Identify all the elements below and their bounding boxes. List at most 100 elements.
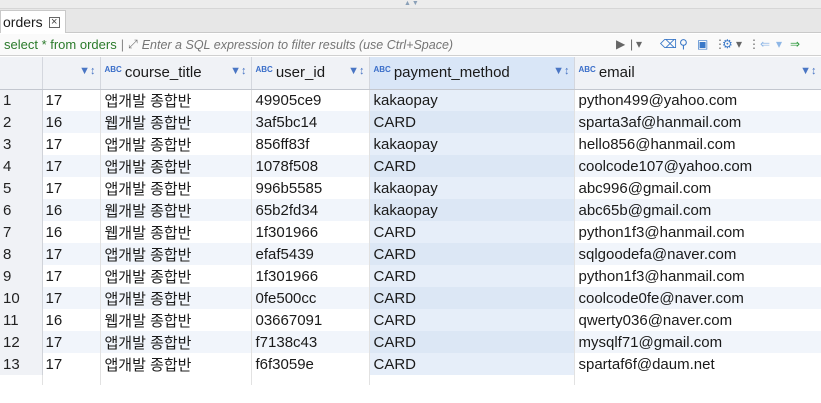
- table-cell[interactable]: [369, 375, 575, 385]
- cell-payment-method[interactable]: CARD: [369, 111, 575, 133]
- row-number[interactable]: 3: [0, 133, 43, 155]
- row-number[interactable]: 10: [0, 287, 43, 309]
- cell-num[interactable]: 17: [42, 177, 101, 199]
- table-cell[interactable]: [42, 375, 101, 385]
- cell-user-id[interactable]: f7138c43: [251, 331, 370, 353]
- cell-course-title[interactable]: 앱개발 종합반: [100, 287, 252, 309]
- cell-payment-method[interactable]: kakaopay: [369, 133, 575, 155]
- chevron-down-icon[interactable]: ▾: [636, 37, 642, 51]
- cell-user-id[interactable]: 1f301966: [251, 221, 370, 243]
- table-row[interactable]: 12 17 앱개발 종합반 f7138c43 CARD mysqlf71@gmail.co…: [0, 331, 821, 353]
- row-number-header[interactable]: [0, 57, 43, 90]
- cell-num[interactable]: 16: [42, 199, 101, 221]
- cell-num[interactable]: 17: [42, 243, 101, 265]
- row-number[interactable]: 11: [0, 309, 43, 331]
- cell-email[interactable]: spartaf6f@daum.net: [574, 353, 821, 375]
- cell-course-title[interactable]: 앱개발 종합반: [100, 133, 252, 155]
- cell-payment-method[interactable]: kakaopay: [369, 199, 575, 221]
- table-row[interactable]: 2 16 웹개발 종합반 3af5bc14 CARD sparta3af@hanmail.…: [0, 111, 821, 133]
- cell-course-title[interactable]: 앱개발 종합반: [100, 155, 252, 177]
- chevron-down-icon[interactable]: ▾: [776, 37, 782, 51]
- cell-num[interactable]: 16: [42, 309, 101, 331]
- cell-email[interactable]: hello856@hanmail.com: [574, 133, 821, 155]
- table-row[interactable]: [0, 375, 821, 385]
- row-number[interactable]: 7: [0, 221, 43, 243]
- cell-course-title[interactable]: 웹개발 종합반: [100, 199, 252, 221]
- cell-email[interactable]: sparta3af@hanmail.com: [574, 111, 821, 133]
- cell-user-id[interactable]: 996b5585: [251, 177, 370, 199]
- cell-user-id[interactable]: efaf5439: [251, 243, 370, 265]
- column-header-email[interactable]: ABC email ▼↕: [574, 57, 821, 90]
- cell-payment-method[interactable]: CARD: [369, 243, 575, 265]
- forward-arrow-icon[interactable]: ⇒: [790, 37, 800, 51]
- cell-email[interactable]: abc65b@gmail.com: [574, 199, 821, 221]
- row-number[interactable]: 5: [0, 177, 43, 199]
- sort-filter-icon[interactable]: ▼↕: [800, 65, 816, 77]
- sort-filter-icon[interactable]: ▼↕: [553, 65, 569, 77]
- cell-course-title[interactable]: 앱개발 종합반: [100, 89, 252, 111]
- cell-payment-method[interactable]: CARD: [369, 155, 575, 177]
- cell-payment-method[interactable]: CARD: [369, 353, 575, 375]
- cell-user-id[interactable]: 1f301966: [251, 265, 370, 287]
- cell-payment-method[interactable]: CARD: [369, 287, 575, 309]
- column-header-num[interactable]: ▼↕: [42, 57, 101, 90]
- cell-course-title[interactable]: 앱개발 종합반: [100, 353, 252, 375]
- cell-course-title[interactable]: 웹개발 종합반: [100, 111, 252, 133]
- play-icon[interactable]: ▶: [616, 37, 625, 51]
- cell-num[interactable]: 17: [42, 265, 101, 287]
- filter-settings-icon[interactable]: ⚲: [679, 37, 688, 51]
- cell-payment-method[interactable]: CARD: [369, 221, 575, 243]
- cell-num[interactable]: 16: [42, 111, 101, 133]
- cell-user-id[interactable]: 1078f508: [251, 155, 370, 177]
- column-header-course-title[interactable]: ABC course_title ▼↕: [100, 57, 252, 90]
- cell-num[interactable]: 17: [42, 155, 101, 177]
- filter-expression-input[interactable]: [141, 37, 622, 52]
- cell-user-id[interactable]: 49905ce9: [251, 89, 370, 111]
- row-number[interactable]: [0, 375, 43, 385]
- sash-grip-icon[interactable]: ▲▼: [404, 0, 420, 8]
- cell-num[interactable]: 16: [42, 221, 101, 243]
- cell-num[interactable]: 17: [42, 287, 101, 309]
- row-number[interactable]: 4: [0, 155, 43, 177]
- cell-num[interactable]: 17: [42, 133, 101, 155]
- cell-email[interactable]: coolcode107@yahoo.com: [574, 155, 821, 177]
- cell-user-id[interactable]: 0fe500cc: [251, 287, 370, 309]
- sort-filter-icon[interactable]: ▼↕: [79, 65, 95, 77]
- cell-payment-method[interactable]: kakaopay: [369, 89, 575, 111]
- cell-course-title[interactable]: 웹개발 종합반: [100, 309, 252, 331]
- row-number[interactable]: 2: [0, 111, 43, 133]
- cell-email[interactable]: python499@yahoo.com: [574, 89, 821, 111]
- table-row[interactable]: 10 17 앱개발 종합반 0fe500cc CARD coolcode0fe@naver…: [0, 287, 821, 309]
- table-row[interactable]: 6 16 웹개발 종합반 65b2fd34 kakaopay abc65b@gmail.c…: [0, 199, 821, 221]
- cell-num[interactable]: 17: [42, 89, 101, 111]
- cell-payment-method[interactable]: CARD: [369, 265, 575, 287]
- cell-payment-method[interactable]: CARD: [369, 331, 575, 353]
- gear-icon[interactable]: ⚙: [722, 37, 733, 51]
- table-row[interactable]: 7 16 웹개발 종합반 1f301966 CARD python1f3@hanmail.…: [0, 221, 821, 243]
- row-number[interactable]: 1: [0, 89, 43, 111]
- cell-email[interactable]: coolcode0fe@naver.com: [574, 287, 821, 309]
- column-header-payment-method[interactable]: ABC payment_method ▼↕: [369, 57, 575, 90]
- table-row[interactable]: 3 17 앱개발 종합반 856ff83f kakaopay hello856@hanma…: [0, 133, 821, 155]
- table-cell[interactable]: [251, 375, 370, 385]
- cell-user-id[interactable]: 65b2fd34: [251, 199, 370, 221]
- sql-query-text[interactable]: select * from orders: [0, 37, 117, 52]
- cell-course-title[interactable]: 웹개발 종합반: [100, 221, 252, 243]
- cell-user-id[interactable]: f6f3059e: [251, 353, 370, 375]
- table-row[interactable]: 9 17 앱개발 종합반 1f301966 CARD python1f3@hanmail.…: [0, 265, 821, 287]
- cell-course-title[interactable]: 앱개발 종합반: [100, 243, 252, 265]
- back-arrow-icon[interactable]: ⇐: [760, 37, 770, 51]
- row-number[interactable]: 6: [0, 199, 43, 221]
- cell-email[interactable]: abc996@gmail.com: [574, 177, 821, 199]
- cell-payment-method[interactable]: CARD: [369, 309, 575, 331]
- table-row[interactable]: 1 17 앱개발 종합반 49905ce9 kakaopay python499@yaho…: [0, 89, 821, 111]
- cell-course-title[interactable]: 앱개발 종합반: [100, 177, 252, 199]
- table-row[interactable]: 11 16 웹개발 종합반 03667091 CARD qwerty036@naver.c…: [0, 309, 821, 331]
- tab-orders[interactable]: orders ×: [0, 10, 66, 33]
- cell-user-id[interactable]: 03667091: [251, 309, 370, 331]
- cell-payment-method[interactable]: kakaopay: [369, 177, 575, 199]
- cell-email[interactable]: python1f3@hanmail.com: [574, 265, 821, 287]
- table-row[interactable]: 4 17 앱개발 종합반 1078f508 CARD coolcode107@yahoo.…: [0, 155, 821, 177]
- save-icon[interactable]: ▣: [697, 37, 708, 51]
- cell-course-title[interactable]: 앱개발 종합반: [100, 331, 252, 353]
